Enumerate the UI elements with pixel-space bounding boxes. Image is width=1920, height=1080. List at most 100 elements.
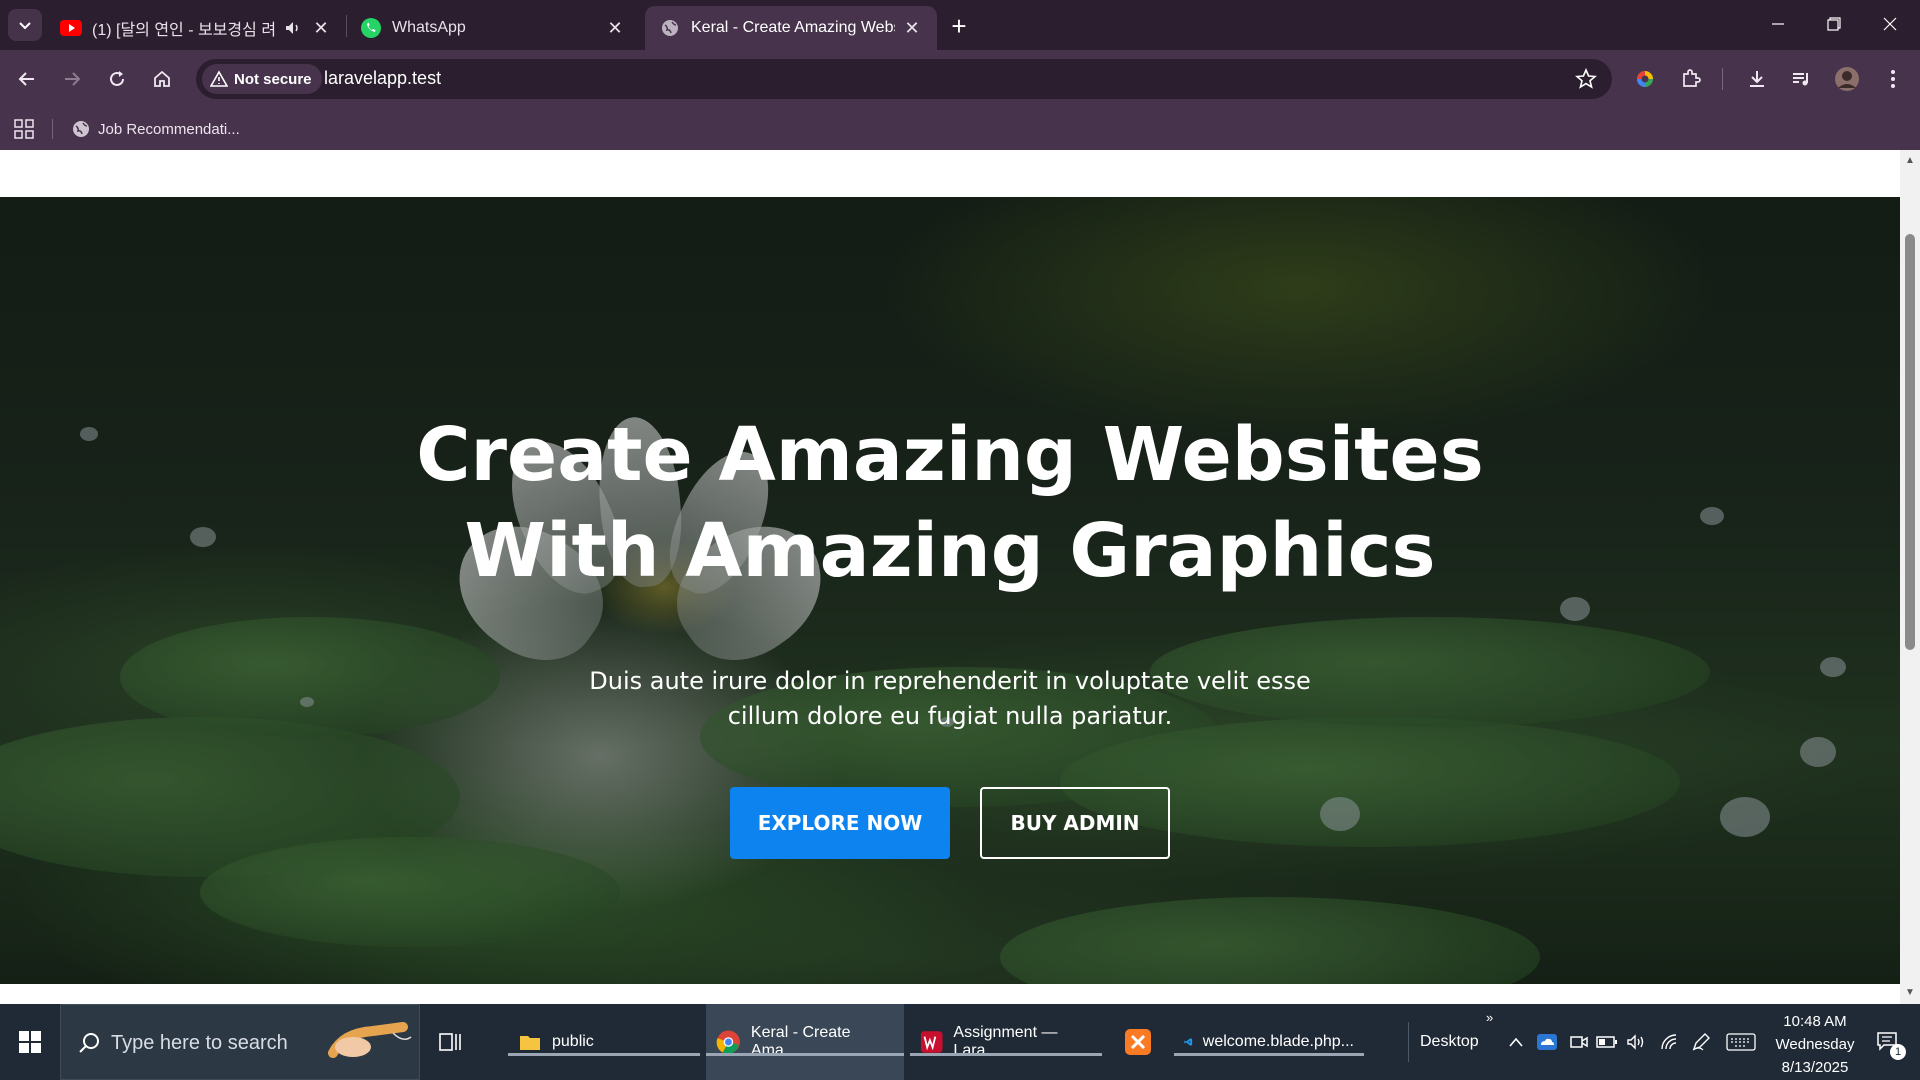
hero-subtitle-line2: cillum dolore eu fugiat nulla pariatur. [727,702,1173,730]
hero-title-line2: With Amazing Graphics [464,508,1436,594]
home-icon [154,70,170,87]
close-window-button[interactable] [1862,0,1918,48]
pen-icon[interactable] [1688,1004,1714,1080]
menu-kebab-icon[interactable] [1876,62,1910,96]
taskbar-app-wps[interactable]: Assignment — Lara... [910,1004,1102,1080]
tab-whatsapp[interactable]: WhatsApp ✕ [346,6,640,50]
task-view-icon [439,1033,461,1051]
restore-button[interactable] [1806,0,1862,48]
search-icon [79,1033,99,1053]
chevron-up-icon[interactable] [1506,1004,1526,1080]
close-icon[interactable]: ✕ [310,17,332,39]
tab-title: WhatsApp [392,19,466,36]
start-button[interactable] [0,1004,60,1080]
xampp-icon [1125,1029,1151,1055]
vscode-icon [1184,1038,1193,1046]
buy-admin-button[interactable]: BUY ADMIN [980,787,1170,859]
tab-keral[interactable]: Keral - Create Amazing Website ✕ [645,6,937,50]
windows-logo-icon [19,1031,41,1053]
search-highlight-icon [328,1022,412,1058]
arrow-left-icon [18,72,34,86]
clock[interactable]: 10:48 AM Wednesday 8/13/2025 [1760,1010,1870,1079]
wifi-icon[interactable] [1656,1004,1682,1080]
tab-title: (1) [달의 연인 - 보보경심 려 [92,22,276,39]
tab-strip: (1) [달의 연인 - 보보경심 려 ✕ WhatsApp ✕ Keral -… [0,0,1920,50]
toolbar-overflow-icon[interactable]: » [1486,1010,1493,1025]
taskbar-app-xampp[interactable] [1118,1004,1158,1080]
taskbar-app-vscode[interactable]: welcome.blade.php... [1174,1004,1364,1080]
address-bar[interactable]: Not secure laravelapp.test [196,59,1612,99]
windows-taskbar: Type here to search public Keral - Creat… [0,1004,1920,1080]
bookmark-item[interactable]: Job Recommendati... [72,116,240,142]
downloads-icon[interactable] [1740,62,1774,96]
bookmark-label: Job Recommendati... [98,120,240,138]
taskbar-app-label: public [552,1033,594,1050]
speaker-icon[interactable] [282,17,304,39]
forward-button[interactable] [55,62,89,96]
search-placeholder: Type here to search [111,1032,288,1054]
extensions-icon[interactable] [1674,62,1708,96]
taskbar-divider [1408,1022,1409,1062]
battery-icon[interactable] [1594,1004,1620,1080]
folder-icon [520,1036,540,1050]
notification-badge: 1 [1890,1044,1906,1060]
new-tab-button[interactable]: + [944,11,974,41]
close-icon[interactable]: ✕ [604,17,626,39]
hero-subtitle: Duis aute irure dolor in reprehenderit i… [560,664,1340,734]
url-text: laravelapp.test [324,68,442,88]
explore-now-button[interactable]: EXPLORE NOW [730,787,950,859]
apps-grid-icon[interactable] [14,119,34,139]
home-button[interactable] [145,62,179,96]
chrome-icon [716,1030,740,1054]
tab-search-button[interactable] [8,9,42,41]
notifications-button[interactable]: 1 [1868,1004,1908,1080]
hero-title-line1: Create Amazing Websites [416,412,1484,498]
taskbar-search[interactable]: Type here to search [60,1004,420,1080]
reload-icon [110,71,124,86]
bookmarks-divider [52,119,53,139]
desktop-toolbar[interactable]: Desktop [1420,1004,1479,1080]
google-lens-icon[interactable] [1628,62,1662,96]
scrollbar-thumb[interactable] [1905,234,1915,650]
back-button[interactable] [10,62,44,96]
scroll-up-icon[interactable]: ▲ [1905,156,1915,166]
youtube-icon [60,17,82,39]
tab-title: Keral - Create Amazing Website [691,19,895,36]
scroll-down-icon[interactable]: ▼ [1905,988,1915,998]
volume-icon[interactable] [1624,1004,1650,1080]
profile-avatar[interactable] [1830,62,1864,96]
security-chip[interactable]: Not secure [202,64,322,94]
arrow-right-icon [65,72,81,86]
clock-time: 10:48 AM [1783,1013,1847,1030]
browser-toolbar: Not secure laravelapp.test [0,50,1920,108]
taskbar-app-chrome[interactable]: Keral - Create Ama... [706,1004,904,1080]
wps-icon [920,1031,943,1053]
close-icon[interactable]: ✕ [901,17,923,39]
globe-icon [659,17,681,39]
bookmark-star-icon[interactable] [1574,67,1598,91]
avatar-icon [1835,67,1859,91]
minimize-button[interactable] [1750,0,1806,48]
whatsapp-icon [360,17,382,39]
hero-title: Create Amazing Websites With Amazing Gra… [0,407,1900,599]
warning-icon [210,70,228,87]
meet-now-icon[interactable] [1566,1004,1592,1080]
globe-icon [73,121,89,137]
bookmarks-bar: Job Recommendati... [0,108,1920,150]
media-control-icon[interactable] [1784,62,1818,96]
taskbar-app-label: welcome.blade.php... [1202,1033,1354,1050]
task-view-button[interactable] [432,1004,468,1080]
chevron-down-icon [19,22,31,30]
toolbar-divider [1722,68,1723,90]
clock-day: Wednesday [1775,1036,1855,1053]
taskbar-app-explorer[interactable]: public [508,1004,700,1080]
hero-section: Create Amazing Websites With Amazing Gra… [0,197,1900,984]
page-scrollbar[interactable]: ▲ ▼ [1900,150,1920,1004]
touch-keyboard-icon[interactable] [1724,1004,1758,1080]
clock-date: 8/13/2025 [1781,1059,1849,1076]
reload-button[interactable] [100,62,134,96]
desktop-label: Desktop [1420,1033,1479,1050]
tab-youtube[interactable]: (1) [달의 연인 - 보보경심 려 ✕ [46,6,346,50]
security-label: Not secure [234,70,312,88]
onedrive-icon[interactable] [1534,1004,1560,1080]
